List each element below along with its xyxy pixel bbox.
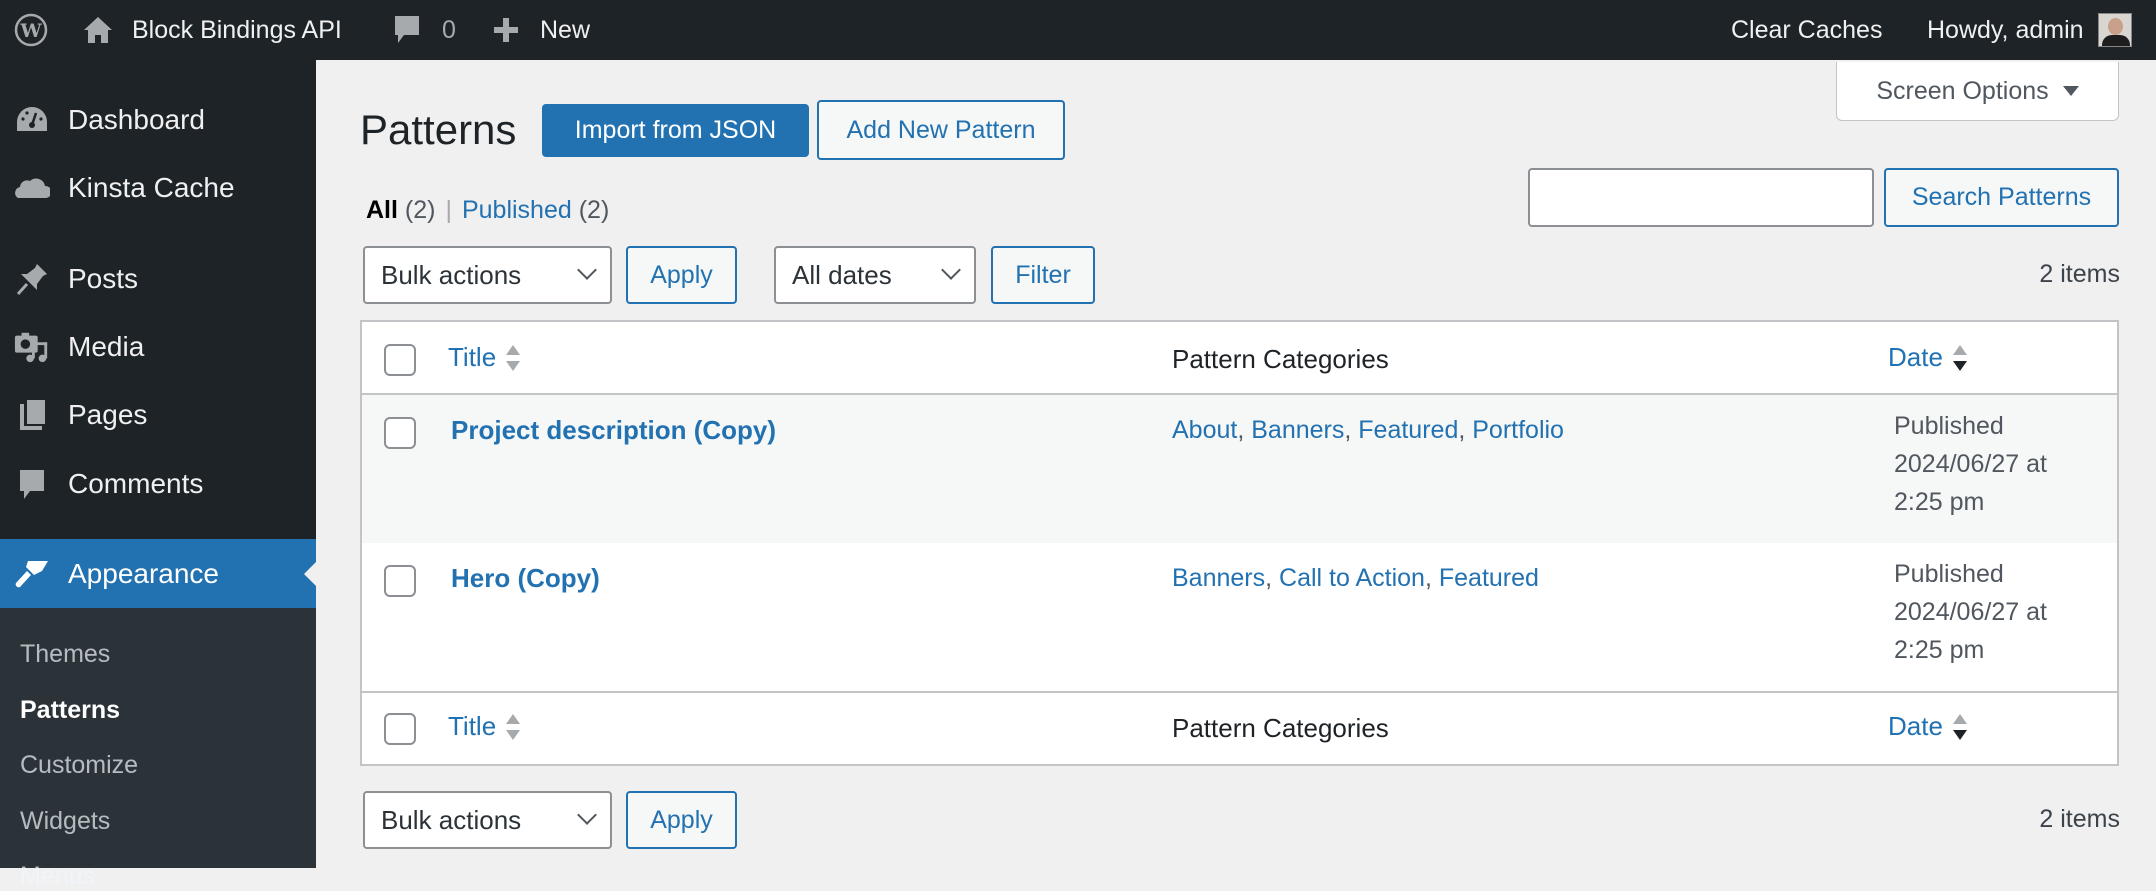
bulk-actions-select[interactable]: Bulk actions xyxy=(363,246,612,304)
category-link[interactable]: Featured xyxy=(1358,416,1458,444)
comment-icon xyxy=(392,13,422,47)
row-checkbox[interactable] xyxy=(384,417,416,449)
paintbrush-icon xyxy=(14,556,50,592)
submenu-item-patterns[interactable]: Patterns xyxy=(20,696,120,725)
sort-icon xyxy=(1953,714,1967,742)
chevron-down-icon xyxy=(577,260,597,280)
clear-caches-button[interactable]: Clear Caches xyxy=(1731,0,1882,60)
select-all-checkbox[interactable] xyxy=(384,344,416,376)
apply-button-bottom[interactable]: Apply xyxy=(626,791,737,849)
sidebar-item-comments[interactable]: Comments xyxy=(0,454,316,514)
table-header: Title Pattern Categories Date xyxy=(362,322,2117,395)
appearance-submenu: Themes Patterns Customize Widgets Menus xyxy=(0,608,316,868)
screen-options-button[interactable]: Screen Options xyxy=(1836,62,2119,121)
column-pattern-categories-footer: Pattern Categories xyxy=(1172,713,1389,744)
sidebar-item-appearance[interactable]: Appearance xyxy=(0,539,316,608)
table-footer: Title Pattern Categories Date xyxy=(362,693,2117,764)
admin-sidebar: Dashboard Kinsta Cache Posts Media Pages… xyxy=(0,60,316,868)
row-checkbox[interactable] xyxy=(384,565,416,597)
view-all[interactable]: All (2) xyxy=(366,196,435,224)
svg-text:W: W xyxy=(19,20,42,42)
pattern-title-link[interactable]: Hero (Copy) xyxy=(451,563,600,594)
comments-count: 0 xyxy=(442,16,456,45)
select-all-checkbox-footer[interactable] xyxy=(384,713,416,745)
items-count: 2 items xyxy=(2039,260,2120,289)
category-link[interactable]: About xyxy=(1172,416,1237,444)
category-link[interactable]: Call to Action xyxy=(1279,564,1425,592)
admin-bar: W Block Bindings API 0 New Clear Caches … xyxy=(0,0,2156,60)
column-date-sort[interactable]: Date xyxy=(1888,342,1967,373)
sort-icon xyxy=(1953,345,1967,373)
caret-down-icon xyxy=(2063,86,2079,96)
current-menu-arrow xyxy=(304,562,316,586)
category-link[interactable]: Banners xyxy=(1251,416,1344,444)
sidebar-item-kinsta-cache[interactable]: Kinsta Cache xyxy=(0,158,316,218)
pattern-categories: Banners, Call to Action, Featured xyxy=(1172,564,1539,593)
howdy-label: Howdy, admin xyxy=(1927,16,2084,45)
comment-icon xyxy=(14,466,50,502)
column-title-sort-footer[interactable]: Title xyxy=(448,711,520,742)
filter-button[interactable]: Filter xyxy=(991,246,1095,304)
date-filter-select[interactable]: All dates xyxy=(774,246,976,304)
chevron-down-icon xyxy=(577,805,597,825)
wordpress-logo-icon: W xyxy=(14,13,48,47)
home-icon xyxy=(82,15,114,45)
sidebar-item-posts[interactable]: Posts xyxy=(0,249,316,309)
status-views: All (2) | Published (2) xyxy=(366,196,609,225)
column-title-sort[interactable]: Title xyxy=(448,342,520,373)
site-name: Block Bindings API xyxy=(132,16,342,45)
pattern-title-link[interactable]: Project description (Copy) xyxy=(451,415,776,446)
plus-icon xyxy=(492,16,520,44)
comments-link[interactable]: 0 xyxy=(392,0,456,60)
sort-icon xyxy=(506,345,520,373)
site-name-link[interactable]: Block Bindings API xyxy=(82,0,342,60)
dashboard-icon xyxy=(14,102,50,138)
media-icon xyxy=(14,329,50,365)
submenu-item-widgets[interactable]: Widgets xyxy=(20,807,110,836)
chevron-down-icon xyxy=(941,260,961,280)
account-menu[interactable]: Howdy, admin xyxy=(1927,0,2132,60)
table-row: Hero (Copy) Banners, Call to Action, Fea… xyxy=(362,543,2117,693)
submenu-item-customize[interactable]: Customize xyxy=(20,751,138,780)
cloud-icon xyxy=(14,170,50,206)
new-content-button[interactable]: New xyxy=(492,0,590,60)
table-row: Project description (Copy) About, Banner… xyxy=(362,395,2117,543)
category-link[interactable]: Portfolio xyxy=(1472,416,1564,444)
avatar xyxy=(2098,13,2132,47)
search-patterns-button[interactable]: Search Patterns xyxy=(1884,168,2119,227)
category-link[interactable]: Featured xyxy=(1439,564,1539,592)
column-date-sort-footer[interactable]: Date xyxy=(1888,711,1967,742)
pin-icon xyxy=(14,261,50,297)
patterns-table: Title Pattern Categories Date Project de… xyxy=(360,320,2119,766)
submenu-item-menus[interactable]: Menus xyxy=(20,862,95,891)
category-link[interactable]: Banners xyxy=(1172,564,1265,592)
page-title: Patterns xyxy=(360,106,516,154)
main-content: Patterns Import from JSON Add New Patter… xyxy=(316,60,2156,868)
sidebar-item-pages[interactable]: Pages xyxy=(0,385,316,445)
bulk-actions-select-bottom[interactable]: Bulk actions xyxy=(363,791,612,849)
view-published[interactable]: Published (2) xyxy=(462,196,609,224)
sidebar-item-media[interactable]: Media xyxy=(0,317,316,377)
import-from-json-button[interactable]: Import from JSON xyxy=(542,104,809,157)
pattern-date: Published 2024/06/27 at 2:25 pm xyxy=(1894,555,2047,669)
column-pattern-categories: Pattern Categories xyxy=(1172,344,1389,375)
pattern-categories: About, Banners, Featured, Portfolio xyxy=(1172,416,1564,445)
pattern-date: Published 2024/06/27 at 2:25 pm xyxy=(1894,407,2047,521)
pages-icon xyxy=(14,397,50,433)
sidebar-item-dashboard[interactable]: Dashboard xyxy=(0,90,316,150)
items-count-bottom: 2 items xyxy=(2039,805,2120,834)
apply-button[interactable]: Apply xyxy=(626,246,737,304)
wordpress-logo-button[interactable]: W xyxy=(14,0,48,60)
screen-options-label: Screen Options xyxy=(1876,77,2048,106)
new-label: New xyxy=(540,16,590,45)
search-input[interactable] xyxy=(1528,168,1874,227)
views-separator: | xyxy=(445,196,452,224)
submenu-item-themes[interactable]: Themes xyxy=(20,640,110,669)
sort-icon xyxy=(506,714,520,742)
add-new-pattern-button[interactable]: Add New Pattern xyxy=(817,100,1065,160)
